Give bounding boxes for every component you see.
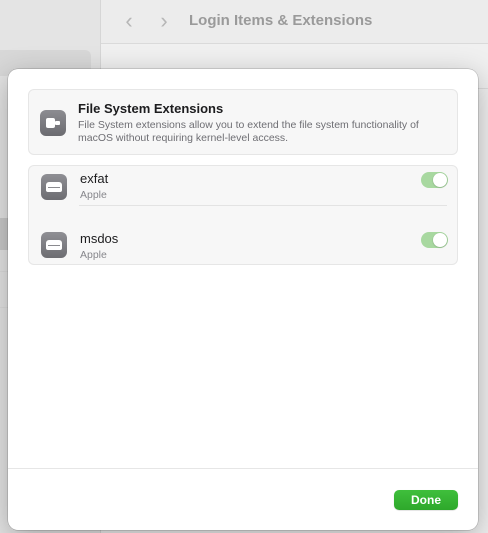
list-item: msdos Apple xyxy=(29,226,457,265)
extension-vendor: Apple xyxy=(80,189,107,201)
extensions-list: exfat Apple msdos Apple xyxy=(28,165,458,265)
extension-name: msdos xyxy=(80,231,119,246)
extension-vendor: Apple xyxy=(80,249,107,261)
puzzle-extension-icon xyxy=(40,110,66,136)
back-chevron-icon: ‹ xyxy=(125,8,133,33)
row-divider xyxy=(79,205,447,206)
footer-divider xyxy=(8,468,478,469)
forward-chevron-icon: › xyxy=(160,8,168,33)
exfat-enable-toggle[interactable] xyxy=(421,172,448,188)
disk-drive-icon xyxy=(41,174,67,200)
sheet-description: File System extensions allow you to exte… xyxy=(78,119,419,144)
extension-name: exfat xyxy=(80,171,109,186)
sheet-title: File System Extensions xyxy=(78,101,224,116)
msdos-enable-toggle[interactable] xyxy=(421,232,448,248)
header-card: File System Extensions File System exten… xyxy=(28,89,458,155)
list-item: exfat Apple xyxy=(29,166,457,215)
window-title: Login Items & Extensions xyxy=(189,12,373,29)
file-system-extensions-sheet: File System Extensions File System exten… xyxy=(8,69,478,530)
done-button[interactable]: Done xyxy=(394,490,458,510)
disk-drive-icon xyxy=(41,232,67,258)
